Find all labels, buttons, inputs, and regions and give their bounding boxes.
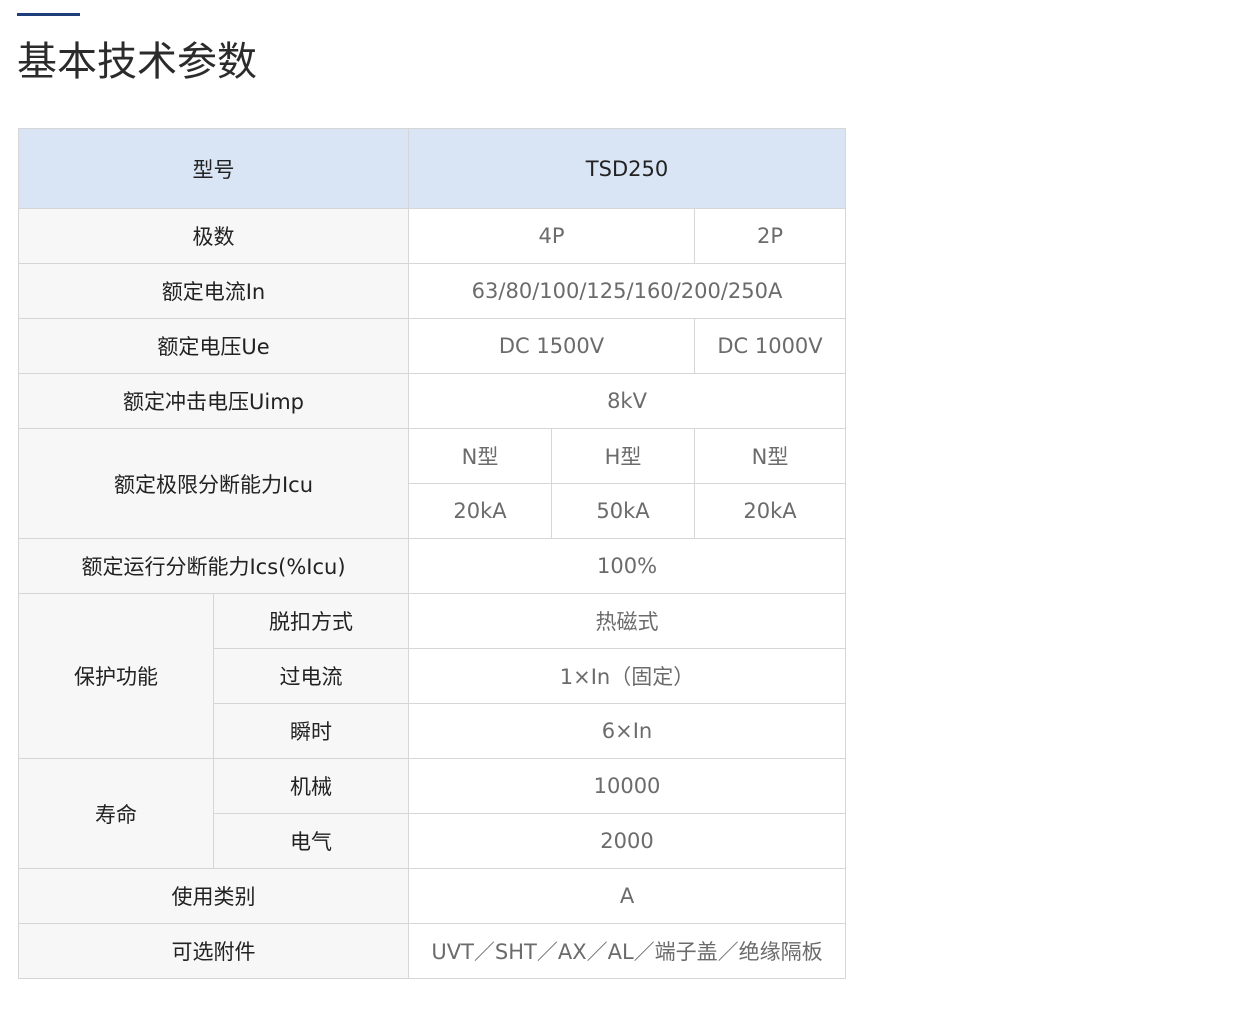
table-row-icu-types: 额定极限分断能力Icu N型 H型 N型 <box>18 428 847 539</box>
ics-value: 100% <box>407 538 847 594</box>
category-value: A <box>407 868 847 924</box>
impulse-voltage-label: 额定冲击电压Uimp <box>18 373 409 429</box>
ics-label: 额定运行分断能力Ics(%Icu) <box>18 538 409 594</box>
life-label: 寿命 <box>18 758 214 869</box>
rated-voltage-label: 额定电压Ue <box>18 318 409 374</box>
poles-label: 极数 <box>18 208 409 264</box>
overcurrent-label: 过电流 <box>213 648 409 704</box>
instantaneous-label: 瞬时 <box>213 703 409 759</box>
electrical-life-value: 2000 <box>407 813 847 869</box>
table-row-impulse-voltage: 额定冲击电压Uimp 8kV <box>18 373 847 429</box>
icu-value-2: 50kA <box>551 483 695 539</box>
table-row-ics: 额定运行分断能力Ics(%Icu) 100% <box>18 538 847 594</box>
mechanical-life-label: 机械 <box>213 758 409 814</box>
model-label: 型号 <box>18 128 409 209</box>
poles-2p-value: 2P <box>693 208 847 264</box>
table-row-rated-voltage: 额定电压Ue DC 1500V DC 1000V <box>18 318 847 374</box>
table-row-mechanical-life: 寿命 机械 10000 <box>18 758 847 869</box>
rated-current-value: 63/80/100/125/160/200/250A <box>407 263 847 319</box>
overcurrent-value: 1×In（固定） <box>407 648 847 704</box>
trip-method-label: 脱扣方式 <box>213 593 409 649</box>
accessories-label: 可选附件 <box>18 923 409 979</box>
instantaneous-value: 6×In <box>407 703 847 759</box>
title-accent-line <box>17 13 80 16</box>
table-row-poles: 极数 4P 2P <box>18 208 847 264</box>
table-row-trip-method: 保护功能 脱扣方式 热磁式 <box>18 593 847 759</box>
model-value: TSD250 <box>407 128 847 209</box>
rated-voltage-4p-value: DC 1500V <box>408 318 695 374</box>
icu-value-1: 20kA <box>408 483 552 539</box>
impulse-voltage-value: 8kV <box>407 373 847 429</box>
rated-voltage-2p-value: DC 1000V <box>693 318 847 374</box>
section-title: 基本技术参数 <box>17 39 257 85</box>
spec-table: 型号 TSD250 极数 4P 2P 额定电流In 63/80/100/125/… <box>18 128 847 979</box>
icu-type-3: N型 <box>693 428 847 484</box>
category-label: 使用类别 <box>18 868 409 924</box>
trip-method-value: 热磁式 <box>407 593 847 649</box>
table-header-row: 型号 TSD250 <box>18 128 847 209</box>
table-row-rated-current: 额定电流In 63/80/100/125/160/200/250A <box>18 263 847 319</box>
electrical-life-label: 电气 <box>213 813 409 869</box>
rated-current-label: 额定电流In <box>18 263 409 319</box>
icu-value-3: 20kA <box>693 483 847 539</box>
mechanical-life-value: 10000 <box>407 758 847 814</box>
icu-label: 额定极限分断能力Icu <box>18 428 409 539</box>
poles-4p-value: 4P <box>408 208 695 264</box>
table-row-accessories: 可选附件 UVT／SHT／AX／AL／端子盖／绝缘隔板 <box>18 923 847 979</box>
icu-type-1: N型 <box>408 428 552 484</box>
table-row-category: 使用类别 A <box>18 868 847 924</box>
accessories-value: UVT／SHT／AX／AL／端子盖／绝缘隔板 <box>407 923 847 979</box>
icu-type-2: H型 <box>551 428 695 484</box>
protection-label: 保护功能 <box>18 593 214 759</box>
